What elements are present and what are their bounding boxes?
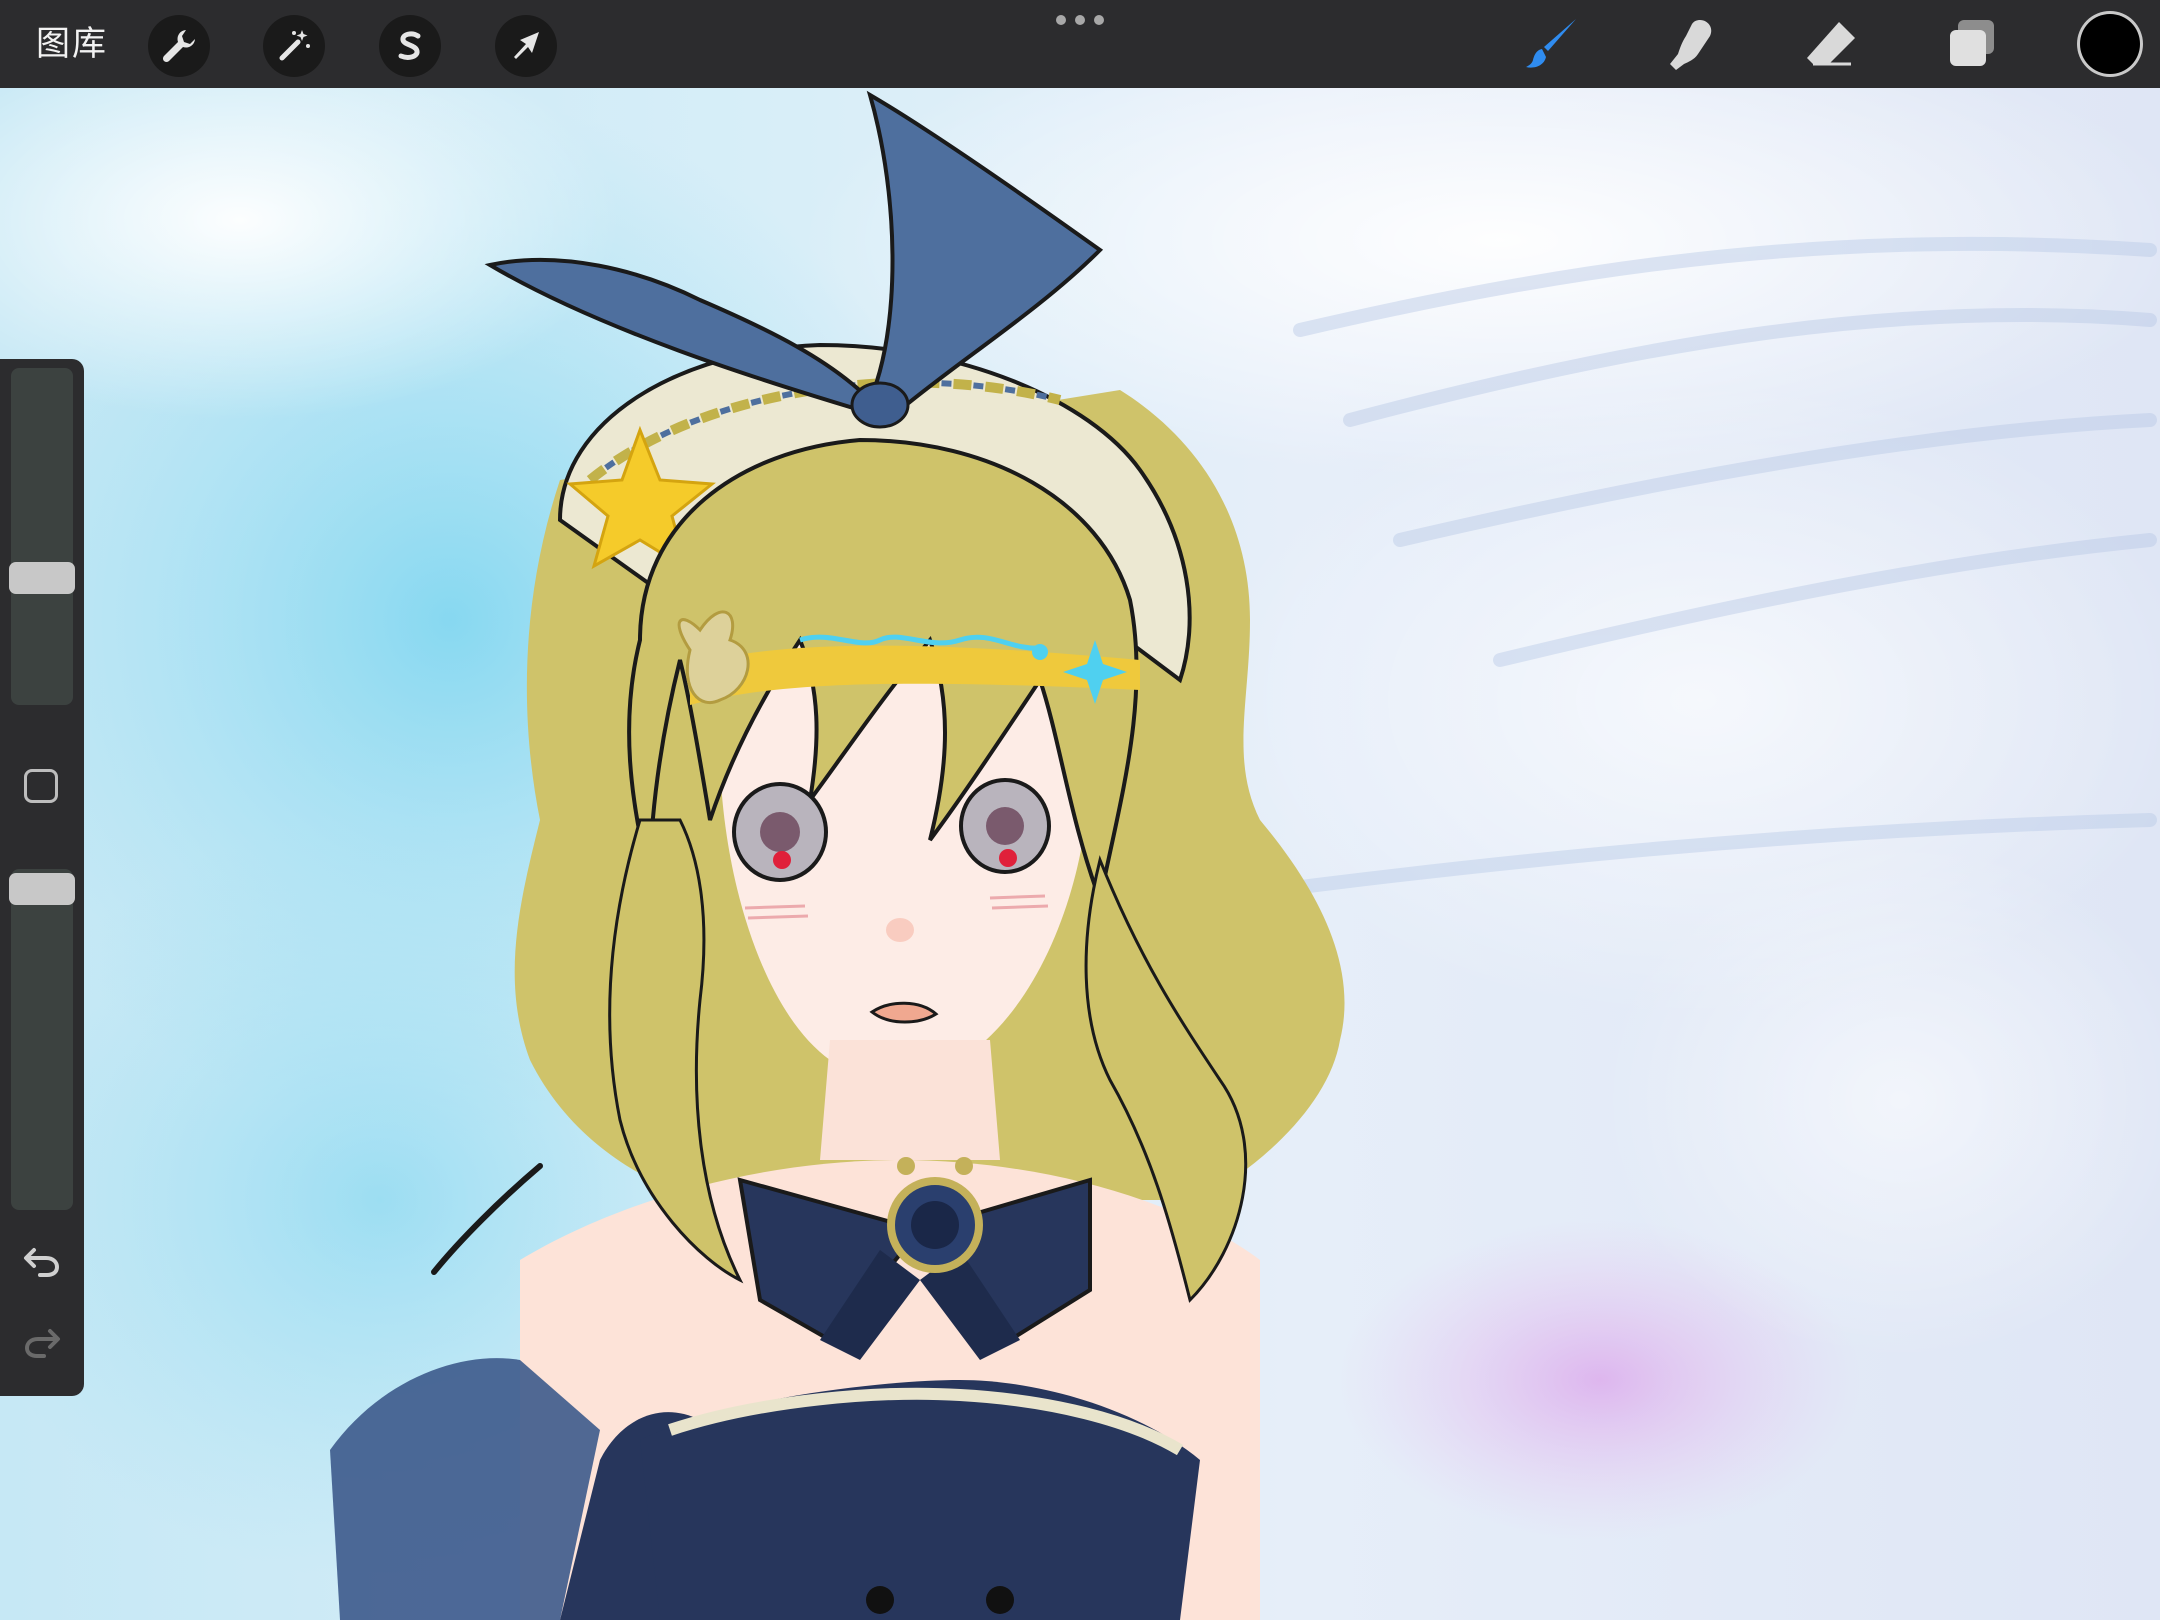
brush-icon	[1526, 19, 1576, 68]
brush-size-handle[interactable]	[9, 562, 75, 594]
magic-wand-icon	[279, 30, 310, 61]
adjustments-button[interactable]	[263, 15, 325, 77]
redo-icon	[24, 1329, 60, 1358]
arrow-cursor-icon	[514, 32, 539, 59]
drawing-canvas[interactable]	[0, 88, 2160, 1620]
gallery-button[interactable]: 图库	[36, 22, 108, 66]
left-sidebar	[0, 359, 84, 1396]
actions-button[interactable]	[148, 15, 210, 77]
redo-button[interactable]	[18, 1322, 66, 1362]
opacity-slider[interactable]	[11, 869, 73, 1210]
eraser-tool-button[interactable]	[1797, 12, 1865, 76]
eraser-icon	[1807, 22, 1855, 66]
transform-button[interactable]	[495, 15, 557, 77]
modify-button[interactable]	[24, 769, 58, 803]
brush-tool-button[interactable]	[1518, 12, 1586, 76]
smudge-finger-icon	[1670, 20, 1712, 70]
layers-icon	[1950, 20, 1994, 66]
more-options-icon[interactable]	[1056, 10, 1104, 30]
wrench-icon	[162, 30, 195, 63]
artwork	[0, 88, 2160, 1620]
opacity-handle[interactable]	[9, 873, 75, 905]
selection-s-icon	[398, 31, 421, 60]
selection-button[interactable]	[379, 15, 441, 77]
color-picker-button[interactable]	[2080, 14, 2140, 74]
top-toolbar: 图库	[0, 0, 2160, 88]
layers-button[interactable]	[1938, 12, 2006, 76]
brush-size-slider[interactable]	[11, 368, 73, 705]
smudge-tool-button[interactable]	[1656, 12, 1724, 76]
undo-button[interactable]	[18, 1241, 66, 1281]
undo-icon	[24, 1248, 60, 1277]
